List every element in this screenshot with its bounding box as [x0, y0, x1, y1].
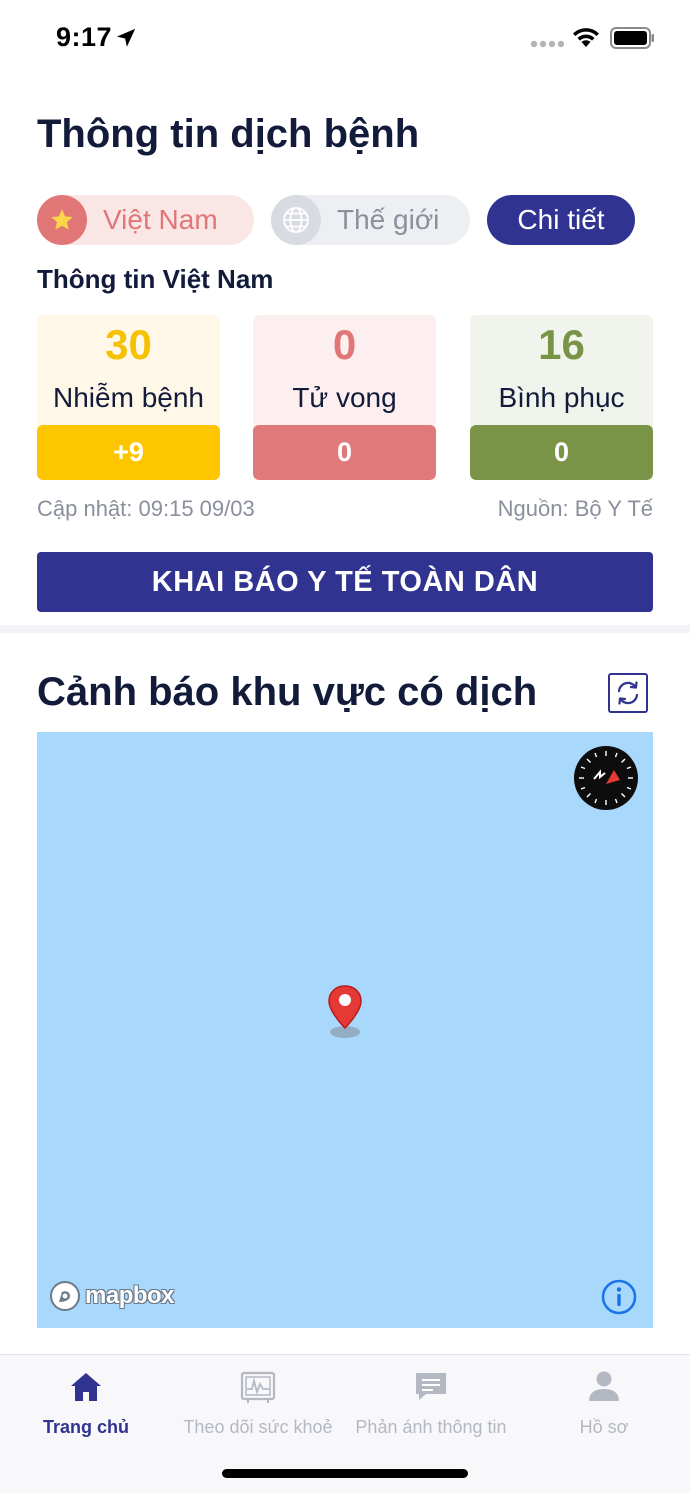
globe-icon — [271, 195, 321, 245]
health-declaration-button[interactable]: KHAI BÁO Y TẾ TOÀN DÂN — [37, 552, 653, 612]
stat-card-deaths: 0 Tử vong 0 — [253, 315, 436, 480]
tab-world-label: Thế giới — [337, 204, 440, 235]
deaths-count: 0 — [332, 321, 357, 368]
nav-item-home[interactable]: Trang chủ — [36, 1369, 136, 1439]
update-time: Cập nhật: 09:15 09/03 — [37, 496, 255, 521]
stat-card-infected: 30 Nhiễm bệnh +9 — [37, 315, 220, 480]
nav-label-feedback: Phản ánh thông tin — [355, 1417, 507, 1437]
refresh-button[interactable] — [608, 673, 648, 713]
person-icon — [589, 1371, 619, 1401]
battery-icon — [610, 27, 654, 49]
detail-button-label: Chi tiết — [517, 204, 605, 235]
wifi-icon — [573, 28, 599, 47]
section-divider — [0, 625, 690, 633]
status-time: 9:17 — [56, 22, 113, 52]
nav-label-home: Trang chủ — [42, 1417, 129, 1437]
tab-world[interactable]: Thế giới — [271, 195, 470, 245]
nav-label-health-monitor: Theo dõi sức khoẻ — [183, 1417, 333, 1437]
monitor-icon — [240, 1371, 276, 1403]
recovered-delta: 0 — [470, 425, 653, 480]
status-bar: 9:17 — [0, 0, 690, 76]
recovered-count: 16 — [538, 321, 585, 368]
stat-card-recovered: 16 Bình phục 0 — [470, 315, 653, 480]
home-icon — [71, 1373, 101, 1401]
mapbox-wordmark: mapbox — [85, 1282, 175, 1309]
detail-button[interactable]: Chi tiết — [487, 195, 635, 245]
section-subtitle: Thông tin Việt Nam — [37, 264, 274, 294]
chat-icon — [416, 1373, 446, 1400]
location-arrow-icon — [116, 28, 136, 47]
refresh-icon — [617, 681, 639, 705]
infected-label: Nhiễm bệnh — [53, 382, 204, 413]
tab-vietnam-label: Việt Nam — [103, 204, 218, 235]
nav-item-profile[interactable]: Hồ sơ — [564, 1369, 644, 1439]
nav-item-health-monitor[interactable]: Theo dõi sức khoẻ — [183, 1369, 333, 1439]
data-source: Nguồn: Bộ Y Tế — [497, 496, 653, 521]
mapbox-icon — [50, 1281, 80, 1311]
page-title: Thông tin dịch bệnh — [37, 112, 420, 156]
infected-count: 30 — [105, 321, 152, 368]
compass-icon[interactable] — [574, 746, 638, 810]
tab-vietnam[interactable]: Việt Nam — [37, 195, 254, 245]
nav-label-profile: Hồ sơ — [579, 1417, 629, 1437]
cellular-signal-icon — [530, 40, 564, 48]
infected-delta: +9 — [37, 425, 220, 480]
map-section-title: Cảnh báo khu vực có dịch — [37, 670, 538, 714]
deaths-label: Tử vong — [292, 382, 397, 413]
mapbox-logo: mapbox — [49, 1280, 175, 1312]
location-pin-icon[interactable] — [327, 984, 363, 1038]
recovered-label: Bình phục — [498, 382, 625, 413]
star-icon — [37, 195, 87, 245]
nav-item-feedback[interactable]: Phản ánh thông tin — [352, 1369, 510, 1439]
deaths-delta: 0 — [253, 425, 436, 480]
home-indicator — [222, 1469, 468, 1478]
info-icon[interactable] — [601, 1279, 637, 1315]
map-view[interactable]: mapbox — [37, 732, 653, 1328]
